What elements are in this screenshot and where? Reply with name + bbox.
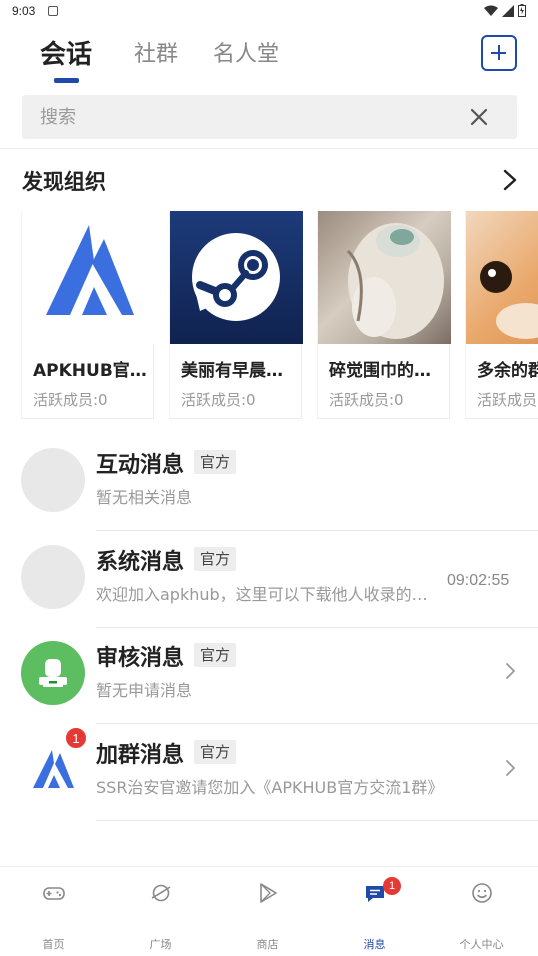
divider [96,723,538,724]
group-members: 活跃成员:0 [181,391,256,409]
notification-icon [48,6,58,16]
message-item-system[interactable]: 系统消息 官方 欢迎加入apkhub，这里可以下载他人收录的应用 09:02:5… [0,545,538,642]
group-name: 碎觉围巾的猫咪群 [329,361,447,381]
official-badge: 官方 [194,740,237,764]
nav-label: 消息 [363,938,386,951]
planet-icon [151,884,171,902]
unread-badge: 1 [383,877,401,895]
status-icons [484,4,526,17]
group-name: 多余的群聊天 [477,361,538,381]
tab-communities[interactable]: 社群 [134,36,178,68]
close-icon[interactable] [467,105,491,129]
message-title: 互动消息 [96,453,185,478]
divider [96,627,538,628]
active-tab-indicator [54,78,79,83]
plus-square-icon[interactable] [481,35,517,71]
search-bar [22,95,517,139]
group-card[interactable]: APKHUB官方交流群 活跃成员:0 [21,211,155,419]
tab-hall-of-fame[interactable]: 名人堂 [213,36,279,68]
nav-label: 首页 [42,938,65,951]
avatar [21,448,85,512]
divider [0,148,538,149]
nav-plaza[interactable]: 广场 [107,867,214,956]
steam-logo [170,211,303,344]
smile-icon [472,883,492,903]
nav-label: 广场 [149,938,172,951]
apkhub-logo: 1 [21,727,87,802]
chevron-right-icon [506,760,515,776]
group-card[interactable]: 碎觉围巾的猫咪群 活跃成员:0 [317,211,451,419]
nav-label: 个人中心 [459,938,504,951]
group-members: 活跃成员:0 [33,391,108,409]
divider [96,530,538,531]
divider [96,820,538,821]
avatar [21,545,85,609]
group-name: APKHUB官方交流群 [33,361,151,381]
gamepad-icon [43,887,65,900]
discover-cards: APKHUB官方交流群 活跃成员:0 美丽有早晨的世界 活跃成员:0 [21,211,538,421]
nav-label: 商店 [256,938,279,951]
chevron-right-icon [506,663,515,679]
message-subtitle: SSR治安官邀请您加入《APKHUB官方交流1群》 [96,778,444,797]
group-card[interactable]: 美丽有早晨的世界 活跃成员:0 [169,211,303,419]
bottom-navigation: 首页 广场 商店 1 消息 个人中心 [0,866,538,956]
play-icon [260,883,277,903]
cat-photo [318,211,451,344]
group-card[interactable]: 多余的群聊天 活跃成员:0 [465,211,538,419]
nav-profile[interactable]: 个人中心 [428,867,535,956]
top-tabs: 会话 社群 名人堂 [0,24,538,84]
chevron-right-icon[interactable] [500,168,520,192]
group-members: 活跃成员:0 [477,391,538,409]
message-subtitle: 暂无申请消息 [96,681,193,700]
official-badge: 官方 [194,450,237,474]
tab-conversations[interactable]: 会话 [40,34,92,71]
message-item-interaction[interactable]: 互动消息 官方 暂无相关消息 [0,448,538,545]
signal-icon [502,4,514,17]
status-time: 9:03 [12,4,36,18]
nav-messages[interactable]: 1 消息 [321,867,428,956]
battery-icon [518,4,526,17]
message-item-join-group[interactable]: 1 加群消息 官方 SSR治安官邀请您加入《APKHUB官方交流1群》 [0,727,538,835]
message-subtitle: 暂无相关消息 [96,488,193,507]
group-members: 活跃成员:0 [329,391,404,409]
search-input[interactable] [40,95,440,139]
nav-store[interactable]: 商店 [214,867,321,956]
message-title: 系统消息 [96,550,185,575]
nav-home[interactable]: 首页 [0,867,107,956]
kitten-photo [466,211,538,344]
group-name: 美丽有早晨的世界 [181,361,299,381]
message-title: 审核消息 [96,646,185,671]
apkhub-logo [22,211,155,344]
official-badge: 官方 [194,547,237,571]
unread-badge: 1 [65,727,87,749]
section-title-discover: 发现组织 [22,170,106,194]
official-badge: 官方 [194,643,237,667]
status-bar: 9:03 [0,0,538,24]
message-item-review[interactable]: 审核消息 官方 暂无申请消息 [0,641,538,738]
stamp-icon [21,641,85,705]
wifi-icon [484,5,498,16]
message-time: 09:02:55 [447,572,510,589]
message-subtitle: 欢迎加入apkhub，这里可以下载他人收录的应用 [96,585,441,604]
message-title: 加群消息 [96,743,185,768]
